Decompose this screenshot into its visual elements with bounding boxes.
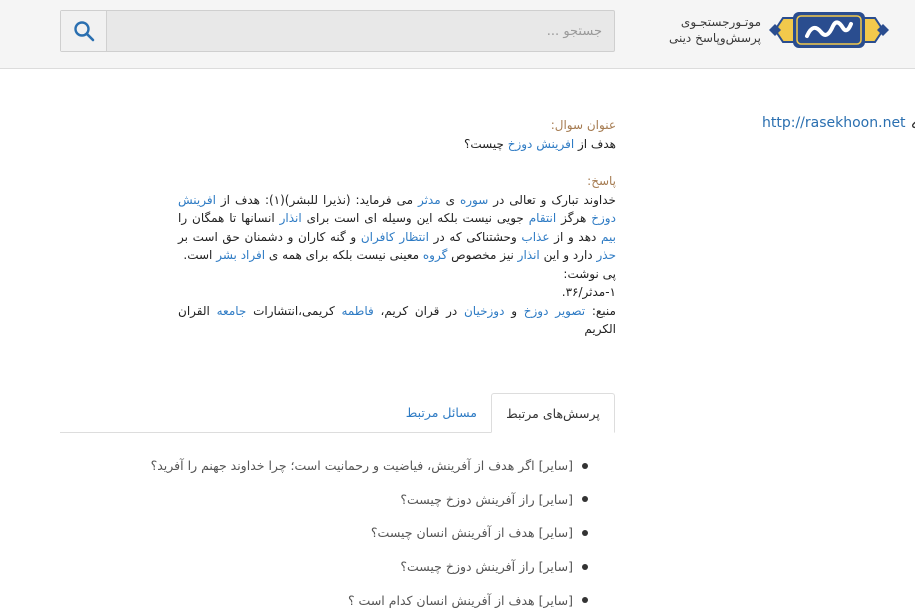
source-link[interactable]: جامعه — [217, 304, 247, 318]
bullet-icon — [582, 563, 588, 570]
related-question-link[interactable]: [سایر] راز آفرینش دوزخ چیست؟ — [400, 559, 573, 574]
question-text: هدف از افرینش دوزخ چیست؟ — [178, 135, 616, 154]
keyword-link[interactable]: افراد بشر — [216, 248, 265, 262]
site-logo[interactable] — [769, 8, 889, 52]
answer-text: نیز مخصوص — [451, 248, 514, 262]
list-item: [سایر] اگر هدف از آفرینش، فیاضیت و رحمان… — [60, 449, 588, 483]
related-question-link[interactable]: [سایر] راز آفرینش دوزخ چیست؟ — [400, 492, 573, 507]
source-link[interactable]: دوزخیان — [464, 304, 504, 318]
related-question-link[interactable]: [سایر] اگر هدف از آفرینش، فیاضیت و رحمان… — [151, 458, 573, 473]
answer-text: است. — [183, 248, 213, 262]
answer-label: پاسخ: — [587, 174, 616, 188]
bullet-icon — [582, 462, 588, 469]
keyword-link[interactable]: مدثر — [418, 193, 441, 207]
tab-related-questions[interactable]: پرسش‌های مرتبط — [491, 393, 615, 433]
search-icon — [73, 21, 94, 42]
tagline-line2: پرسش‌وپاسخ دینی — [668, 31, 761, 45]
answer-text: دارد و این — [543, 248, 593, 262]
source-site-link[interactable]: http://rasekhoon.net — [762, 115, 915, 131]
tab-related-issues[interactable]: مسائل مرتبط — [392, 393, 491, 433]
source-line: منبع: تصویر دوزخ و دوزخیان در قران کریم،… — [178, 302, 616, 339]
source-link[interactable]: تصویر دوزخ — [524, 304, 585, 318]
article: عنوان سوال: هدف از افرینش دوزخ چیست؟ پاس… — [178, 116, 616, 339]
answer-text: وحشتناکی که در — [433, 229, 517, 244]
answer-text: خداوند تبارک و تعالی در — [493, 192, 616, 207]
bullet-icon — [582, 529, 588, 536]
search-button[interactable] — [61, 11, 107, 51]
bullet-icon — [582, 496, 588, 503]
related-questions-list: [سایر] اگر هدف از آفرینش، فیاضیت و رحمان… — [60, 449, 588, 616]
keyword-link[interactable]: انتظار کافران — [361, 230, 429, 244]
keyword-link[interactable]: عذاب — [521, 230, 549, 244]
answer-text: معینی نیست بلکه برای همه ی — [268, 248, 420, 262]
list-item: [سایر] راز آفرینش دوزخ چیست؟ — [60, 483, 588, 517]
tagline: موتـور‌جستجـوی پرسش‌وپاسخ دینی — [669, 14, 761, 46]
source-text: و — [511, 303, 517, 318]
top-bar: موتـور‌جستجـوی پرسش‌وپاسخ دینی — [0, 0, 915, 69]
answer-text: جویی نیست بلکه این وسیله ای است برای — [306, 211, 524, 225]
question-label: عنوان سوال: — [550, 118, 616, 132]
source-text: کریمی،انتشارات — [253, 303, 335, 318]
keyword-link[interactable]: گروه — [423, 248, 447, 262]
related-tabs: پرسش‌های مرتبط مسائل مرتبط — [60, 393, 615, 433]
answer-text: هرگز — [561, 211, 587, 225]
source-text: در قران کریم، — [380, 303, 458, 318]
answer-text: انسانها تا همگان را — [178, 211, 275, 225]
keyword-link[interactable]: انذار — [518, 248, 540, 262]
list-item: [سایر] راز آفرینش دوزخ چیست؟ — [60, 550, 588, 584]
bullet-icon — [582, 597, 588, 604]
search-input[interactable] — [107, 11, 614, 51]
answer-text: دهد و از — [554, 229, 597, 244]
keyword-link[interactable]: حذر — [596, 248, 616, 262]
link-icon — [911, 121, 915, 128]
question-keyword-link[interactable]: افرینش دوزخ — [508, 137, 574, 151]
related-question-link[interactable]: [سایر] هدف از آفرینش انسان کدام است ؟ — [348, 593, 573, 608]
source-link[interactable]: فاطمه — [341, 304, 373, 318]
related-question-link[interactable]: [سایر] هدف از آفرینش انسان چیست؟ — [371, 525, 573, 540]
question-text-prefix: هدف از — [577, 136, 616, 151]
answer-text: و گنه کاران و دشمنان حق است بر — [178, 229, 357, 244]
answer-text: می فرماید: (نذیرا للبشر)(۱): هدف از — [220, 192, 414, 207]
footnote-label: پی نوشت: — [563, 266, 616, 281]
search-box — [60, 10, 615, 52]
footnote: ۱-مدثر/۳۶. — [561, 285, 616, 299]
list-item: [سایر] هدف از آفرینش انسان چیست؟ — [60, 516, 588, 550]
keyword-link[interactable]: انتقام — [529, 211, 556, 225]
question-text-suffix: چیست؟ — [463, 136, 504, 151]
brand[interactable]: موتـور‌جستجـوی پرسش‌وپاسخ دینی — [669, 8, 889, 52]
keyword-link[interactable]: بیم — [601, 230, 616, 244]
source-prefix: منبع: — [591, 303, 616, 318]
answer-text: ی — [445, 192, 455, 207]
list-item: [سایر] هدف از آفرینش انسان کدام است ؟ — [60, 583, 588, 616]
site-url: http://rasekhoon.net — [762, 115, 906, 131]
keyword-link[interactable]: سوره — [460, 193, 488, 207]
tagline-line1: موتـور‌جستجـوی — [680, 15, 761, 29]
keyword-link[interactable]: انذار — [280, 211, 302, 225]
answer-body: خداوند تبارک و تعالی در سوره ی مدثر می ف… — [178, 191, 616, 265]
